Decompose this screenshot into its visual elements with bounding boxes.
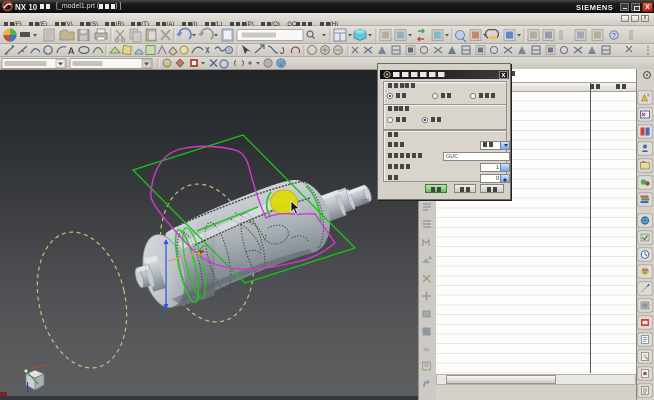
svg-text:J: J — [280, 46, 285, 56]
svg-text:A: A — [68, 46, 75, 56]
svg-text:?: ? — [612, 33, 616, 40]
